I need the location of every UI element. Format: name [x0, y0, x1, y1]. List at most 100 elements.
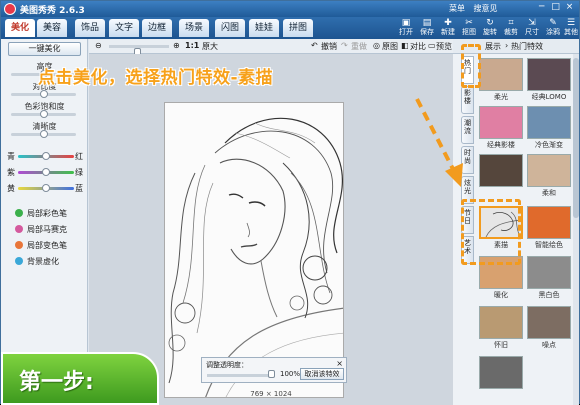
crop-icon: ⌗	[508, 18, 514, 28]
zoom-out-icon[interactable]: ⊖	[95, 41, 102, 50]
tab-text[interactable]: 文字	[109, 19, 139, 37]
resize-icon: ⇲	[528, 18, 536, 28]
feedback-link[interactable]: 搜意见	[474, 4, 498, 13]
crop-button[interactable]: ⌗ 裁剪	[501, 18, 521, 38]
redo-button[interactable]: 重做	[351, 41, 367, 52]
more-icon: ☰	[566, 18, 576, 28]
effects-scroll-thumb[interactable]	[573, 58, 579, 218]
effect-thumb	[527, 206, 571, 239]
rotate-icon: ↻	[486, 18, 494, 28]
effect-classic-lomo[interactable]: 经典LOMO	[525, 56, 573, 102]
tab-frame[interactable]: 边框	[142, 19, 172, 37]
original-size-button[interactable]: 原大	[202, 41, 218, 52]
sharpness-slider[interactable]	[11, 130, 76, 138]
background-blur[interactable]: 背景虚化	[15, 257, 59, 267]
cancel-effect-button[interactable]: 取消该特效	[300, 368, 344, 380]
tab-beautify[interactable]: 美化	[5, 19, 35, 37]
local-mosaic[interactable]: 局部马赛克	[15, 225, 67, 235]
cyan-red-knob[interactable]	[42, 152, 50, 160]
one-click-beautify-button[interactable]: 一键美化	[8, 42, 81, 56]
redo-icon[interactable]: ↷	[341, 41, 348, 50]
original-button[interactable]: 原图	[382, 41, 398, 52]
save-button[interactable]: ▤ 保存	[417, 18, 437, 38]
top-links: 菜单 搜意见	[449, 3, 504, 14]
maximize-icon[interactable]: □	[550, 2, 561, 12]
canvas-area: 769 × 1024	[89, 54, 453, 405]
sketch-photo[interactable]	[164, 102, 344, 398]
compare-button[interactable]: 对比	[410, 41, 426, 52]
arrow-icon	[415, 98, 463, 187]
opacity-slider[interactable]	[207, 374, 275, 377]
zoom-ratio[interactable]: 1:1	[185, 41, 199, 50]
cyan-red-slider[interactable]: 青 红	[1, 151, 88, 161]
effect-noise[interactable]: 噪点	[525, 304, 573, 350]
preview-button[interactable]: 预览	[436, 41, 452, 52]
effect-soft-light[interactable]: 柔光	[477, 56, 525, 102]
new-icon: ✚	[444, 18, 452, 28]
step-banner: 第一步:	[1, 352, 159, 405]
opacity-knob[interactable]	[268, 370, 275, 378]
effect-unlabeled-2[interactable]	[477, 354, 525, 400]
tutorial-callout: 点击美化，选择热门特效-素描	[38, 68, 274, 88]
zoom-in-icon[interactable]: ⊕	[173, 41, 180, 50]
yellow-blue-slider[interactable]: 黄 蓝	[1, 183, 88, 193]
contrast-slider[interactable]	[11, 90, 76, 98]
purple-green-knob[interactable]	[42, 168, 50, 176]
effect-thumb	[479, 356, 523, 389]
save-icon: ▤	[422, 18, 432, 28]
canvas-toolbar: ⊖ ⊕ 1:1 原大 ↶ 撤销 ↷ 重做 ◎ 原图 ◧ 对比 ▭ 预览	[89, 39, 453, 56]
saturation-knob[interactable]	[39, 110, 48, 118]
tab-beauty[interactable]: 美容	[37, 19, 67, 37]
minimize-icon[interactable]: ─	[536, 2, 547, 12]
rotate-button[interactable]: ↻ 旋转	[480, 18, 500, 38]
original-icon[interactable]: ◎	[373, 41, 380, 50]
effects-scrollbar[interactable]	[573, 54, 579, 405]
tab-flash[interactable]: 闪图	[215, 19, 245, 37]
effect-cool-gradient[interactable]: 冷色渐变	[525, 104, 573, 150]
highlight-sketch-effect	[461, 199, 521, 265]
contrast-knob[interactable]	[39, 90, 48, 98]
saturation-slider[interactable]	[11, 110, 76, 118]
local-recolor-pen[interactable]: 局部变色笔	[15, 241, 67, 251]
resize-button[interactable]: ⇲ 尺寸	[522, 18, 542, 38]
tab-scene[interactable]: 场景	[179, 19, 209, 37]
open-button[interactable]: ▣ 打开	[396, 18, 416, 38]
effect-nostalgia[interactable]: 怀旧	[477, 304, 525, 350]
tab-accessories[interactable]: 饰品	[75, 19, 105, 37]
preview-icon[interactable]: ▭	[428, 41, 436, 50]
effect-smart-color[interactable]: 智能绘色	[525, 204, 573, 250]
effects-header-title: 热门特效	[511, 42, 543, 51]
effects-header-separator: ›	[505, 41, 509, 50]
tab-collage[interactable]: 拼图	[283, 19, 313, 37]
local-color-pen[interactable]: 局部彩色笔	[15, 209, 67, 219]
purple-green-slider[interactable]: 紫 绿	[1, 167, 88, 177]
close-icon[interactable]: ×	[336, 359, 343, 368]
tab-doll[interactable]: 娃娃	[249, 19, 279, 37]
effect-unlabeled-1[interactable]	[477, 152, 525, 198]
window-controls: ─ □ ×	[536, 2, 575, 12]
mosaic-icon	[15, 225, 23, 233]
doodle-button[interactable]: ✎ 涂鸦	[543, 18, 563, 38]
close-icon[interactable]: ×	[564, 2, 575, 12]
undo-button[interactable]: 撤销	[321, 41, 337, 52]
sharpness-knob[interactable]	[39, 130, 48, 138]
undo-icon[interactable]: ↶	[311, 41, 318, 50]
app-logo-icon	[4, 3, 16, 15]
more-button[interactable]: ☰ 其他	[561, 18, 580, 38]
new-button[interactable]: ✚ 新建	[438, 18, 458, 38]
show-label[interactable]: 展示	[485, 41, 501, 52]
effect-classic-studio[interactable]: 经典影楼	[477, 104, 525, 150]
effect-black-white[interactable]: 黑白色	[525, 254, 573, 300]
opacity-dialog: 调整透明度： × 100% 取消该特效	[201, 357, 347, 383]
zoom-slider[interactable]	[109, 45, 169, 56]
yellow-blue-knob[interactable]	[42, 184, 50, 192]
blur-icon	[15, 257, 23, 265]
recolor-pen-icon	[15, 241, 23, 249]
opacity-title: 调整透明度：	[206, 361, 248, 369]
effect-soft[interactable]: 柔和	[525, 152, 573, 198]
cutout-button[interactable]: ✂ 抠图	[459, 18, 479, 38]
brush-icon: ✎	[549, 18, 557, 28]
menu-link[interactable]: 菜单	[449, 4, 465, 13]
compare-icon[interactable]: ◧	[401, 41, 409, 50]
effect-thumb	[479, 306, 523, 339]
